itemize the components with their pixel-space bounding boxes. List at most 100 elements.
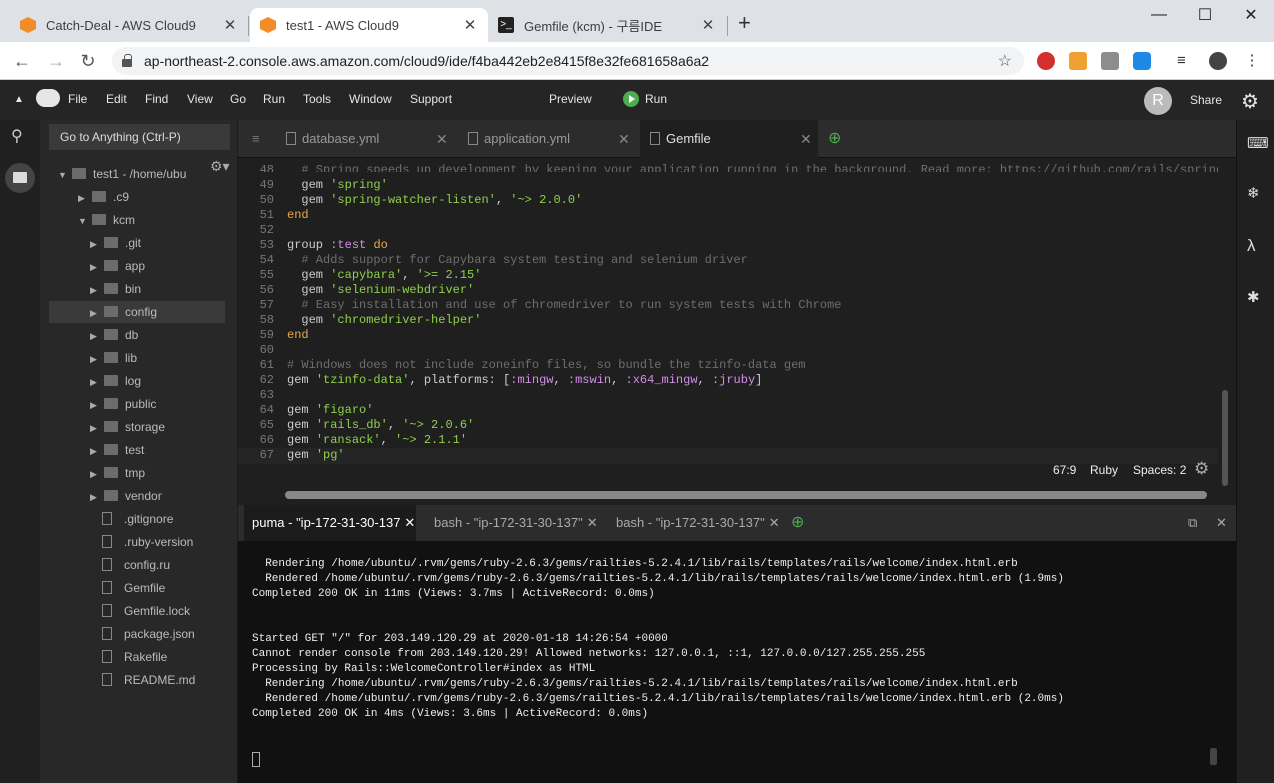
chevron-right-icon[interactable]: ▶	[90, 302, 102, 324]
tab-terminal-bash-2[interactable]: bash - "ip-172-31-30-137" ✕	[616, 505, 780, 541]
add-tab-icon[interactable]: ⊕	[828, 120, 841, 158]
profile-incognito-icon[interactable]	[1209, 52, 1227, 70]
tab-terminal-bash-1[interactable]: bash - "ip-172-31-30-137" ✕	[434, 505, 598, 541]
tree-file[interactable]: Gemfile	[102, 577, 165, 599]
indent-setting[interactable]: Spaces: 2	[1133, 463, 1186, 477]
menu-window[interactable]: Window	[349, 92, 392, 106]
avatar[interactable]: R	[1144, 87, 1172, 115]
bookmark-star-icon[interactable]: ☆	[998, 51, 1012, 71]
collapse-menu-icon[interactable]: ▲	[14, 94, 24, 105]
tree-file[interactable]: Rakefile	[102, 646, 167, 668]
close-icon[interactable]: ✕	[587, 515, 598, 530]
close-icon[interactable]: ✕	[618, 120, 630, 158]
chevron-right-icon[interactable]: ▶	[90, 371, 102, 393]
run-button[interactable]: Run	[623, 91, 667, 107]
chevron-right-icon[interactable]: ▶	[90, 486, 102, 508]
gear-icon[interactable]: ⚙	[1241, 89, 1259, 114]
menu-edit[interactable]: Edit	[106, 92, 127, 106]
outline-icon[interactable]: ❄	[1247, 184, 1260, 202]
reload-icon[interactable]: ↻	[76, 50, 100, 72]
chevron-right-icon[interactable]: ▶	[90, 279, 102, 301]
close-icon[interactable]: ✕	[800, 120, 812, 158]
tree-folder[interactable]: ▶ bin	[90, 278, 141, 300]
tree-folder[interactable]: ▶ tmp	[90, 462, 145, 484]
tree-folder[interactable]: ▼ test1 - /home/ubu	[58, 163, 186, 185]
maximize-window-button[interactable]: ☐	[1182, 0, 1228, 30]
editor-settings-gear-icon[interactable]: ⚙	[1194, 459, 1209, 479]
tab-application-yml[interactable]: application.yml ✕	[468, 120, 636, 158]
tab-gemfile[interactable]: Gemfile ✕	[640, 120, 818, 158]
chrome-menu-icon[interactable]: ⋮	[1243, 52, 1261, 70]
tree-file[interactable]: config.ru	[102, 554, 170, 576]
tree-file[interactable]: package.json	[102, 623, 195, 645]
menu-go[interactable]: Go	[230, 92, 246, 106]
tree-file[interactable]: .gitignore	[102, 508, 173, 530]
cursor-position[interactable]: 67:9	[1053, 463, 1076, 477]
chevron-right-icon[interactable]: ▶	[90, 256, 102, 278]
tree-file[interactable]: README.md	[102, 669, 195, 691]
pane-menu-icon[interactable]: ≡	[252, 120, 260, 158]
cloud9-logo-icon[interactable]	[36, 89, 60, 107]
back-arrow-icon[interactable]: ←	[10, 50, 34, 72]
editor-horizontal-scrollbar[interactable]	[285, 491, 1207, 499]
maximize-pane-icon[interactable]: ⧉	[1188, 505, 1197, 541]
adblock-extension-icon[interactable]	[1037, 52, 1055, 70]
chevron-right-icon[interactable]: ▶	[90, 233, 102, 255]
browser-tab[interactable]: >_ Gemfile (kcm) - 구름IDE ✕	[488, 8, 726, 42]
chevron-right-icon[interactable]: ▶	[90, 394, 102, 416]
close-pane-icon[interactable]: ✕	[1216, 505, 1227, 541]
tree-folder[interactable]: ▼ kcm	[78, 209, 135, 231]
menu-view[interactable]: View	[187, 92, 213, 106]
close-icon[interactable]: ✕	[700, 16, 716, 34]
tree-settings-gear-icon[interactable]: ⚙▾	[210, 158, 230, 175]
close-icon[interactable]: ✕	[404, 515, 415, 530]
tree-folder[interactable]: ▶ test	[90, 439, 144, 461]
menu-support[interactable]: Support	[410, 92, 452, 106]
close-icon[interactable]: ✕	[769, 515, 780, 530]
tree-folder[interactable]: ▶ storage	[90, 416, 165, 438]
tree-folder[interactable]: ▶ config	[49, 301, 225, 323]
playlist-icon[interactable]: ≡	[1177, 52, 1195, 70]
menu-run[interactable]: Run	[263, 92, 285, 106]
tree-file[interactable]: Gemfile.lock	[102, 600, 190, 622]
add-terminal-icon[interactable]: ⊕	[791, 505, 804, 541]
chevron-down-icon[interactable]: ▼	[78, 210, 90, 232]
preview-button[interactable]: Preview	[549, 92, 592, 106]
tree-folder[interactable]: ▶ .c9	[78, 186, 129, 208]
url-field[interactable]: ap-northeast-2.console.aws.amazon.com/cl…	[112, 47, 1024, 75]
close-icon[interactable]: ✕	[462, 16, 478, 34]
chevron-right-icon[interactable]: ▶	[78, 187, 90, 209]
close-icon[interactable]: ✕	[222, 16, 238, 34]
browser-tab[interactable]: Catch-Deal - AWS Cloud9 ✕	[10, 8, 248, 42]
close-window-button[interactable]: ✕	[1228, 0, 1274, 30]
chevron-right-icon[interactable]: ▶	[90, 440, 102, 462]
chevron-right-icon[interactable]: ▶	[90, 417, 102, 439]
go-to-anything-input[interactable]: Go to Anything (Ctrl-P)	[49, 124, 230, 150]
menu-file[interactable]: File	[68, 92, 87, 106]
environment-button[interactable]	[5, 163, 35, 193]
debugger-bug-icon[interactable]: ✱	[1247, 288, 1260, 306]
language-mode[interactable]: Ruby	[1090, 463, 1118, 477]
tab-terminal-puma[interactable]: puma - "ip-172-31-30-137 ✕	[244, 505, 416, 541]
lambda-icon[interactable]: λ	[1247, 236, 1256, 256]
chevron-down-icon[interactable]: ▼	[58, 164, 70, 186]
share-button[interactable]: Share	[1190, 93, 1222, 107]
menu-find[interactable]: Find	[145, 92, 168, 106]
tree-folder[interactable]: ▶ .git	[90, 232, 141, 254]
tree-folder[interactable]: ▶ app	[90, 255, 145, 277]
java-extension-icon[interactable]	[1069, 52, 1087, 70]
tree-folder[interactable]: ▶ public	[90, 393, 156, 415]
shield-extension-icon[interactable]	[1133, 52, 1151, 70]
chevron-right-icon[interactable]: ▶	[90, 325, 102, 347]
tree-folder[interactable]: ▶ vendor	[90, 485, 162, 507]
chevron-right-icon[interactable]: ▶	[90, 463, 102, 485]
terminal-scrollbar[interactable]	[1210, 748, 1217, 765]
collaborate-icon[interactable]: ⌨	[1247, 134, 1269, 152]
close-icon[interactable]: ✕	[436, 120, 448, 158]
browser-tab-active[interactable]: test1 - AWS Cloud9 ✕	[250, 8, 488, 42]
forward-arrow-icon[interactable]: →	[44, 50, 68, 72]
screenshot-extension-icon[interactable]	[1101, 52, 1119, 70]
tab-database-yml[interactable]: database.yml ✕	[286, 120, 458, 158]
tree-folder[interactable]: ▶ db	[90, 324, 138, 346]
menu-tools[interactable]: Tools	[303, 92, 331, 106]
